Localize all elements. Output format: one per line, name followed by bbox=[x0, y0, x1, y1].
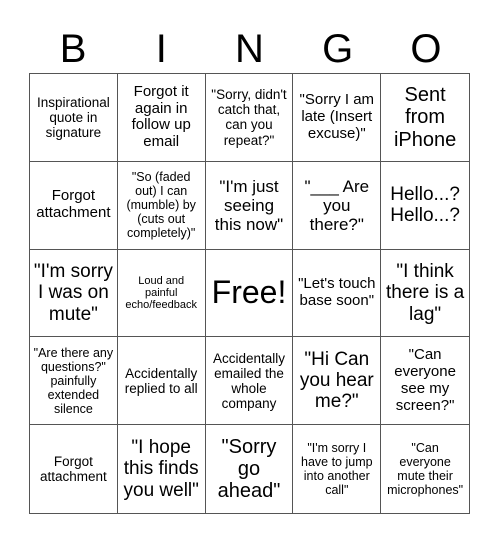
bingo-cell[interactable]: "So (faded out) I can (mumble) by (cuts … bbox=[117, 161, 206, 250]
bingo-cell[interactable]: "Hi Can you hear me?" bbox=[293, 337, 382, 426]
cell-text: "Are there any questions?" painfully ext… bbox=[33, 345, 114, 416]
cell-text: Accidentally replied to all bbox=[124, 365, 198, 396]
header-letter-n: N bbox=[235, 26, 264, 71]
bingo-cell[interactable]: "I think there is a lag" bbox=[381, 250, 469, 338]
cell-text: "Can everyone mute their microphones" bbox=[387, 441, 464, 498]
bingo-cell[interactable]: "___ Are you there?" bbox=[293, 161, 382, 250]
bingo-cell[interactable]: Forgot it again in follow up email bbox=[117, 74, 206, 162]
cell-text: "Sorry go ahead" bbox=[217, 435, 281, 503]
cell-text: Hello...? Hello...? bbox=[390, 183, 460, 227]
cell-text: "Sorry, didn't catch that, can you repea… bbox=[211, 87, 287, 148]
bingo-cell[interactable]: "I hope this finds you well" bbox=[118, 425, 206, 513]
header-letter-o: O bbox=[410, 26, 442, 71]
bingo-cell[interactable]: Loud and painful echo/feedback bbox=[117, 249, 206, 338]
cell-text: Loud and painful echo/feedback bbox=[125, 274, 197, 312]
cell-text: Inspirational quote in signature bbox=[37, 94, 110, 140]
cell-text: Forgot it again in follow up email bbox=[131, 82, 191, 151]
cell-text: "I think there is a lag" bbox=[386, 261, 465, 325]
header-letter-g: G bbox=[322, 26, 354, 71]
bingo-cell[interactable]: Accidentally replied to all bbox=[117, 337, 206, 426]
cell-text: "Can everyone see my screen?" bbox=[394, 346, 456, 414]
bingo-cell[interactable]: Accidentally emailed the whole company bbox=[205, 337, 294, 426]
bingo-cell[interactable]: "Can everyone see my screen?" bbox=[381, 337, 469, 426]
cell-text: "___ Are you there?" bbox=[304, 176, 370, 234]
bingo-cell[interactable]: "Sorry go ahead" bbox=[206, 425, 294, 513]
bingo-cell[interactable]: "Sorry, didn't catch that, can you repea… bbox=[205, 74, 294, 162]
cell-text: "So (faded out) I can (mumble) by (cuts … bbox=[126, 170, 196, 241]
cell-text: Forgot attachment bbox=[40, 453, 107, 485]
bingo-header: B I N G O bbox=[29, 24, 470, 73]
bingo-cell[interactable]: "I'm sorry I have to jump into another c… bbox=[293, 425, 382, 513]
cell-text: "I'm sorry I have to jump into another c… bbox=[301, 441, 373, 498]
bingo-grid: Inspirational quote in signature Forgot … bbox=[29, 73, 470, 514]
bingo-cell[interactable]: "Let's touch base soon" bbox=[293, 249, 382, 338]
bingo-cell[interactable]: Sent from iPhone bbox=[381, 74, 469, 162]
bingo-cell[interactable]: Hello...? Hello...? bbox=[381, 162, 469, 250]
bingo-cell[interactable]: "I'm just seeing this now" bbox=[205, 161, 294, 250]
cell-text: "I'm sorry I was on mute" bbox=[33, 261, 113, 325]
bingo-cell[interactable]: Forgot attachment bbox=[30, 161, 118, 250]
cell-text: "Sorry I am late (Insert excuse)" bbox=[299, 91, 375, 142]
free-space[interactable]: Free! bbox=[205, 249, 294, 338]
bingo-cell[interactable]: "Sorry I am late (Insert excuse)" bbox=[293, 74, 382, 162]
cell-text: Forgot attachment bbox=[36, 187, 111, 222]
cell-text: "Let's touch base soon" bbox=[298, 275, 376, 309]
cell-text: "I'm just seeing this now" bbox=[214, 176, 284, 234]
header-letter-b: B bbox=[59, 26, 87, 71]
cell-text: Free! bbox=[211, 274, 287, 311]
bingo-cell[interactable]: "I'm sorry I was on mute" bbox=[30, 249, 118, 338]
bingo-cell[interactable]: "Can everyone mute their microphones" bbox=[381, 425, 469, 513]
bingo-cell[interactable]: Forgot attachment bbox=[30, 425, 118, 513]
cell-text: Sent from iPhone bbox=[393, 83, 457, 151]
cell-text: Accidentally emailed the whole company bbox=[212, 350, 286, 411]
cell-text: "Hi Can you hear me?" bbox=[299, 348, 374, 413]
cell-text: "I hope this finds you well" bbox=[123, 437, 199, 501]
header-letter-i: I bbox=[155, 26, 167, 71]
bingo-cell[interactable]: Inspirational quote in signature bbox=[30, 74, 118, 162]
bingo-cell[interactable]: "Are there any questions?" painfully ext… bbox=[30, 337, 118, 426]
